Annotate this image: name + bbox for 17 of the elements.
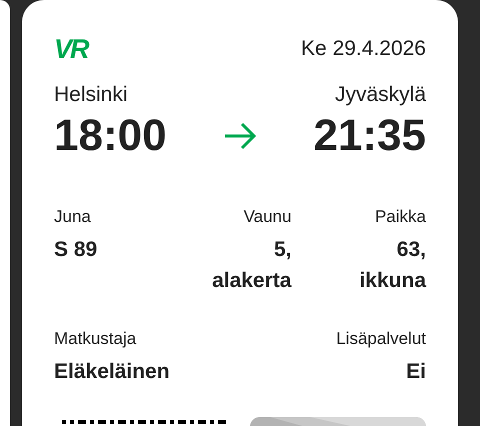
detail-value: S 89 [54, 237, 98, 263]
detail-value: 5, alakerta [212, 237, 292, 294]
departure-station: Helsinki [54, 82, 128, 108]
detail-label: Paikka [374, 206, 426, 228]
detail-value: Ei [406, 359, 426, 385]
arrival-station: Jyväskylä [334, 82, 426, 108]
detail-label: Vaunu [244, 206, 292, 228]
logo: VR [54, 34, 88, 64]
travel-date: Ke 29.4.2026 [301, 36, 426, 62]
detail-value: 63, ikkuna [359, 237, 426, 294]
arrival-time: 21:35 [313, 112, 426, 160]
arrow-icon [223, 122, 257, 150]
departure-time: 18:00 [54, 112, 167, 160]
detail-label: Matkustaja [54, 328, 138, 350]
detail-value: Eläkeläinen [54, 359, 170, 385]
detail-label: Lisäpalvelut [336, 328, 426, 350]
detail-label: Juna [54, 206, 92, 228]
